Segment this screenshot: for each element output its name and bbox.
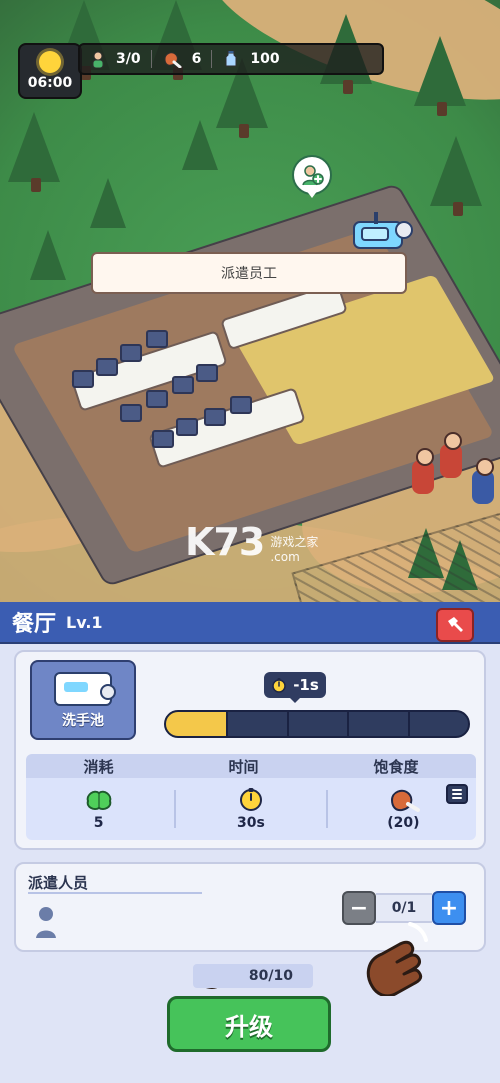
stats-body: 5 30s (20) — [26, 778, 476, 840]
build-hammer-button[interactable] — [436, 608, 474, 642]
staff-title: 派遣人员 — [28, 874, 89, 892]
panel-level: Lv.1 — [66, 612, 103, 632]
details-list-button[interactable] — [446, 784, 468, 804]
chair — [146, 390, 168, 408]
facility-tile[interactable]: 洗手池 — [30, 660, 136, 740]
panel-header: 餐厅 Lv.1 — [0, 602, 500, 644]
k73-logo: K73 — [185, 520, 265, 564]
assign-worker-marker[interactable] — [292, 155, 332, 198]
upgrade-progress-bar — [164, 710, 470, 738]
time-value: 30s — [237, 815, 265, 831]
stopwatch-icon — [234, 787, 268, 811]
stats-header: 消耗 时间 饱食度 — [26, 754, 476, 778]
food-counter: 6 — [152, 45, 212, 73]
stat-time: 30s — [181, 787, 321, 831]
hammer-icon — [448, 617, 463, 632]
tree-trunk — [343, 80, 353, 94]
k73-subtitle-2: .com — [270, 549, 300, 564]
list-line — [452, 789, 462, 791]
meat-icon — [386, 787, 421, 812]
sun-icon — [39, 51, 61, 73]
chair — [230, 396, 252, 414]
npc-worker — [472, 458, 494, 504]
sink-icon — [54, 672, 116, 706]
list-line — [452, 793, 462, 795]
k73-subtitle-1: 游戏之家 — [270, 535, 319, 550]
tree-icon — [414, 36, 466, 106]
progress-fill — [166, 712, 229, 736]
restaurant-building[interactable] — [0, 118, 500, 588]
dispatch-worker-button[interactable]: 派遣员工 — [91, 252, 407, 294]
chair — [72, 370, 94, 388]
tutorial-pointer-hand-icon — [366, 922, 428, 996]
satiety-value: (20) — [387, 815, 420, 831]
meat-icon — [164, 52, 182, 68]
time-delta-badge: -1s — [264, 672, 326, 703]
k73-subtitle: 游戏之家 .com — [270, 535, 318, 564]
facility-card: 洗手池 -1s 消耗 时间 饱食度 5 30s (20) — [14, 650, 486, 850]
facility-name: 洗手池 — [62, 713, 104, 729]
chair — [120, 404, 142, 422]
stats-header-consume: 消耗 — [83, 757, 114, 776]
dispatch-worker-label: 派遣员工 — [221, 266, 277, 282]
add-worker-icon — [302, 165, 324, 186]
k73-watermark: K73 游戏之家 .com — [185, 520, 318, 564]
chair — [96, 358, 118, 376]
chair — [120, 344, 142, 362]
staff-title-underline — [28, 892, 202, 894]
increase-staff-button[interactable]: + — [432, 891, 466, 925]
panel-title: 餐厅 — [12, 612, 57, 637]
list-line — [452, 797, 462, 799]
upgrade-cost: 80/10 — [193, 964, 313, 988]
npc-worker — [440, 432, 462, 478]
game-scene: 06:00 3/0 6 100 派遣员工 K73 游戏之家 .com — [0, 0, 500, 602]
currency-count: 100 — [250, 51, 280, 67]
bottle-icon — [225, 50, 237, 67]
food-count: 6 — [191, 51, 202, 67]
chair — [172, 376, 194, 394]
lettuce-icon — [82, 787, 116, 811]
consume-value: 5 — [93, 815, 104, 831]
workers-counter: 3/0 — [80, 45, 151, 73]
tree-trunk — [437, 102, 447, 116]
progress-segment — [349, 712, 410, 736]
progress-segment — [410, 712, 468, 736]
currency-counter: 100 — [212, 45, 289, 73]
chair — [176, 418, 198, 436]
stat-divider — [326, 790, 329, 828]
stat-consume: 5 — [29, 787, 169, 831]
sink-prop — [353, 212, 413, 249]
stat-divider — [173, 790, 176, 828]
time-text: 06:00 — [27, 75, 73, 91]
stats-header-time: 时间 — [228, 757, 259, 776]
stats-header-satiety: 饱食度 — [373, 757, 419, 776]
day-time-indicator: 06:00 — [18, 43, 82, 99]
time-delta-text: -1s — [293, 676, 319, 694]
staff-placeholder-icon — [36, 907, 56, 938]
building-panel: 餐厅 Lv.1 洗手池 -1s 消耗 时间 饱食度 5 30s (20) 派遣人… — [0, 602, 500, 1083]
worker-icon — [92, 51, 104, 68]
progress-segment — [289, 712, 350, 736]
resource-bar: 3/0 6 100 — [78, 43, 384, 75]
chair — [152, 430, 174, 448]
upgrade-button[interactable]: 升级 — [167, 996, 331, 1052]
stopwatch-icon — [272, 678, 286, 693]
progress-segment — [228, 712, 289, 736]
chair — [196, 364, 218, 382]
chair — [146, 330, 168, 348]
chair — [204, 408, 226, 426]
workers-count: 3/0 — [116, 51, 141, 67]
npc-worker — [412, 448, 434, 494]
